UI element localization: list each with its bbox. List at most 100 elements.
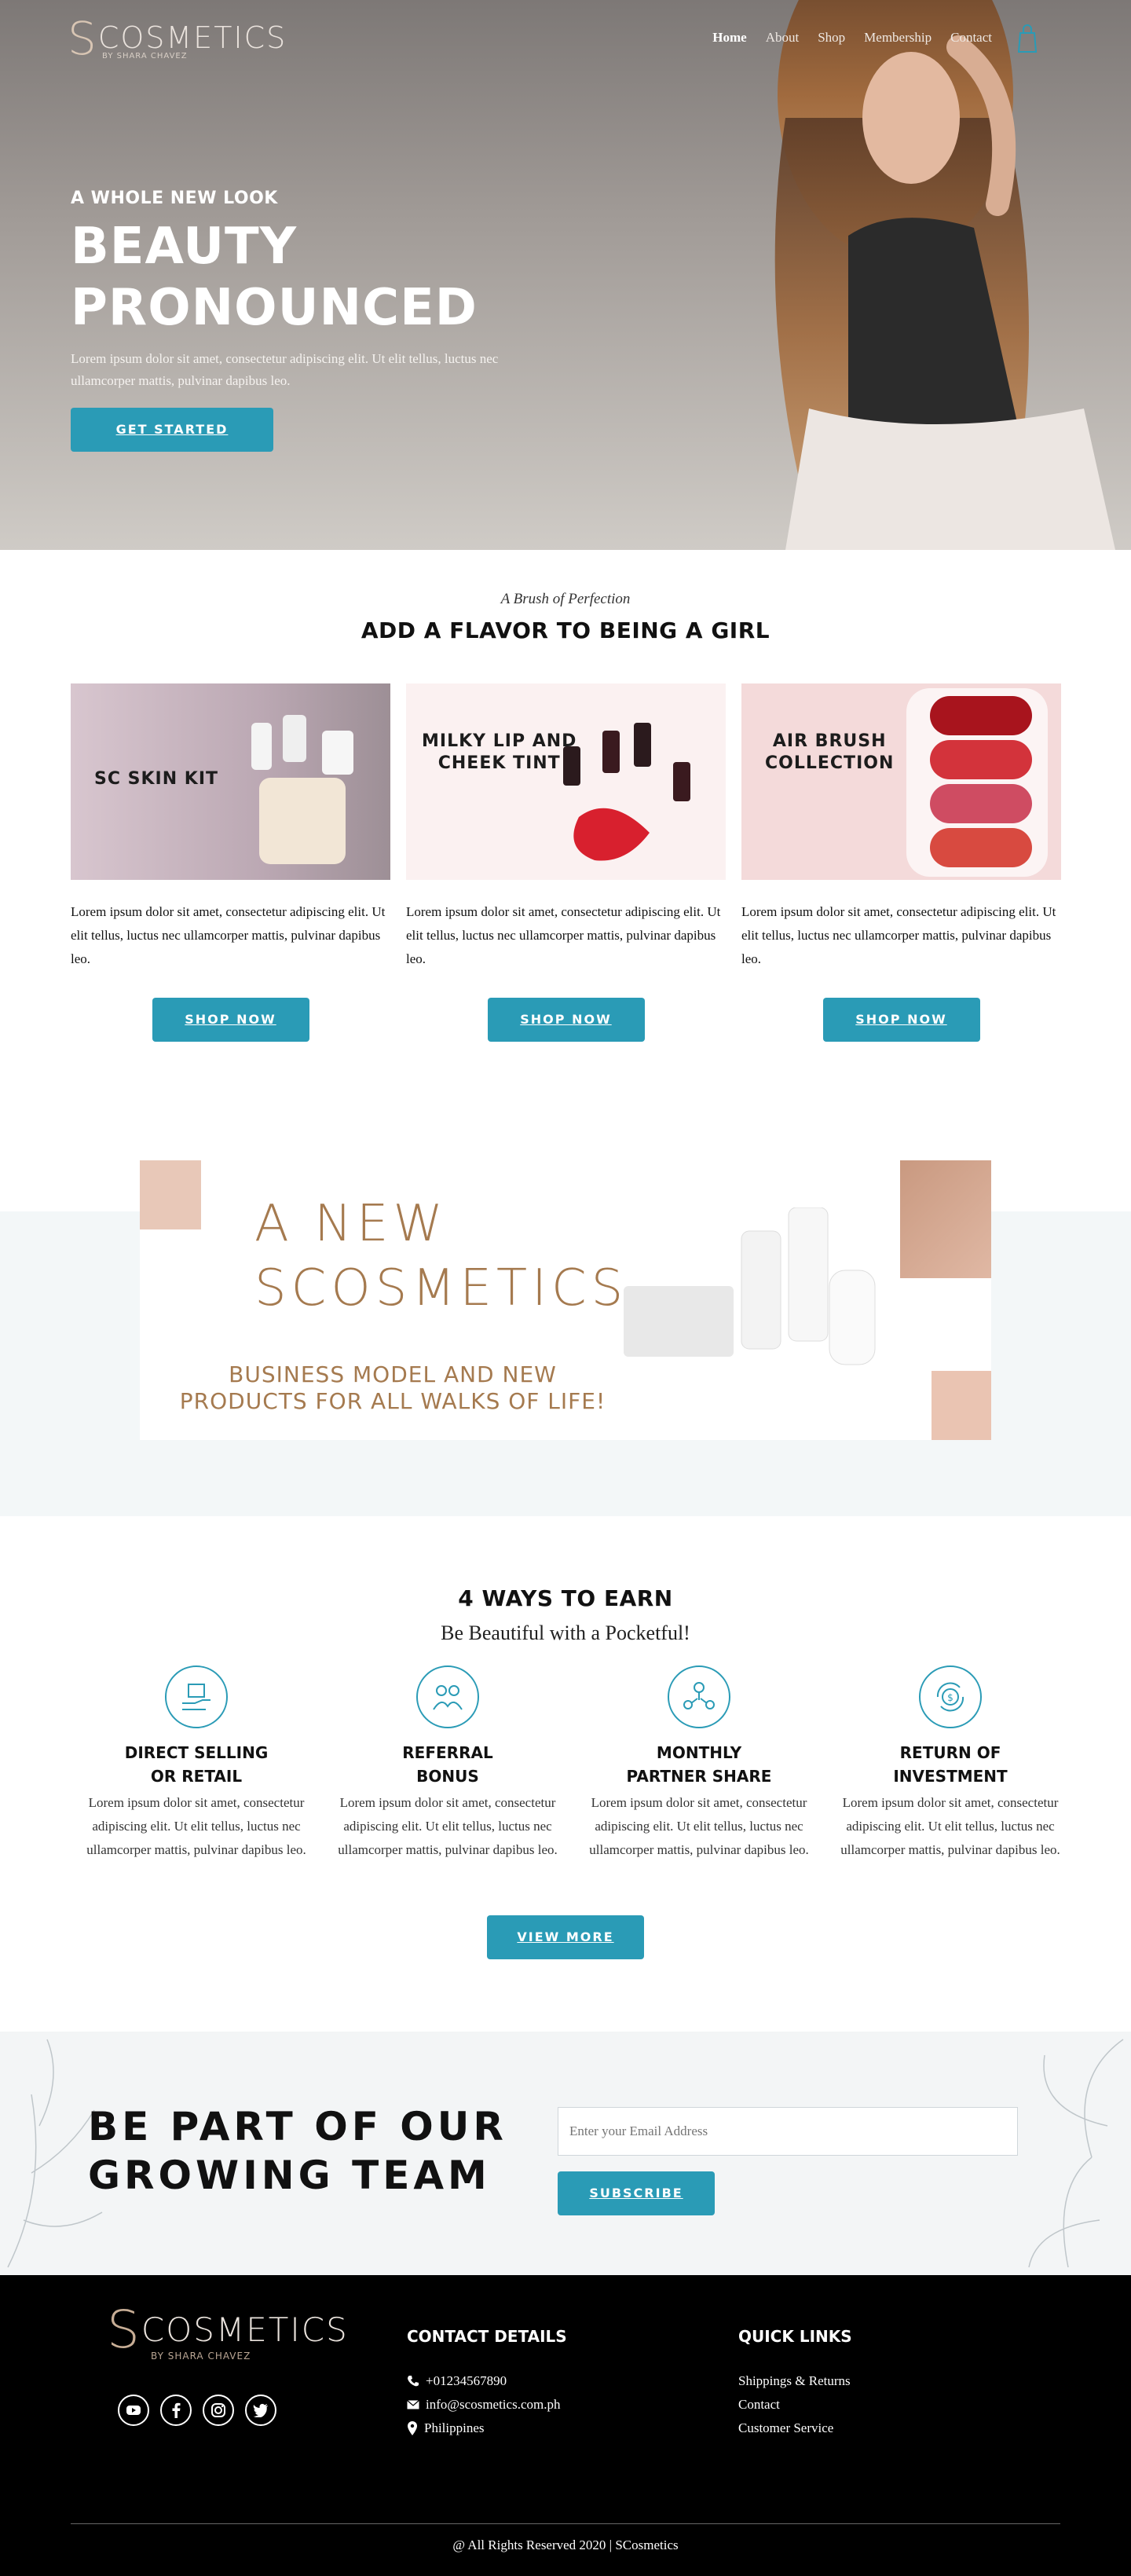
nav-shop[interactable]: Shop	[818, 30, 845, 46]
product-cards: SC SKIN KIT Lorem ipsum dolor sit amet, …	[71, 683, 1061, 1042]
hero-section: SCOSMETICS BY SHARA CHAVEZ Home About Sh…	[0, 0, 1131, 550]
twitter-icon[interactable]	[245, 2395, 276, 2426]
nav-about[interactable]: About	[766, 30, 800, 46]
air-brush-swatches	[906, 688, 1048, 877]
product-card: SC SKIN KIT Lorem ipsum dolor sit amet, …	[71, 683, 390, 1042]
people-referral-icon	[416, 1665, 479, 1728]
way-text: Lorem ipsum dolor sit amet, consectetur …	[338, 1795, 558, 1857]
way-title: RETURN OF INVESTMENT	[893, 1743, 1008, 1786]
way-title: MONTHLY PARTNER SHARE	[626, 1743, 772, 1786]
contact-heading: CONTACT DETAILS	[407, 2327, 567, 2346]
card-text: Lorem ipsum dolor sit amet, consectetur …	[406, 904, 721, 966]
team-title-line2: GROWING TEAM	[88, 2153, 491, 2198]
nav-membership[interactable]: Membership	[864, 30, 932, 46]
subscribe-section: BE PART OF OUR GROWING TEAM SUBSCRIBE	[0, 2032, 1131, 2275]
quick-links: QUICK LINKS Shippings & Returns Contact …	[738, 2327, 852, 2440]
skin-kit-image[interactable]: SC SKIN KIT	[71, 683, 390, 880]
way-text: Lorem ipsum dolor sit amet, consectetur …	[86, 1795, 306, 1857]
card-caption: AIR BRUSH COLLECTION	[765, 731, 894, 775]
social-links	[118, 2395, 276, 2426]
logo-initial: S	[68, 12, 98, 65]
subscribe-button[interactable]: SUBSCRIBE	[558, 2171, 715, 2215]
skin-texture-block	[140, 1160, 201, 1229]
link-shipping-returns[interactable]: Shippings & Returns	[738, 2369, 852, 2393]
footer: SCOSMETICS BY SHARA CHAVEZ CONTACT DETAI…	[0, 2275, 1131, 2576]
box-hand-icon	[165, 1665, 228, 1728]
link-customer-service[interactable]: Customer Service	[738, 2417, 852, 2440]
email-line[interactable]: info@scosmetics.com.ph	[407, 2393, 567, 2417]
link-contact[interactable]: Contact	[738, 2393, 852, 2417]
logo-text: COSMETICS	[141, 2310, 349, 2349]
nav-home[interactable]: Home	[712, 30, 746, 46]
promo-title: A NEW SCOSMETICS	[254, 1192, 628, 1321]
way-item: REFERRAL BONUS Lorem ipsum dolor sit ame…	[322, 1665, 573, 1862]
promo-banner[interactable]: A NEW SCOSMETICS BUSINESS MODEL AND NEW …	[140, 1160, 991, 1440]
youtube-icon[interactable]	[118, 2395, 149, 2426]
product-lineup	[624, 1207, 876, 1365]
way-text: Lorem ipsum dolor sit amet, consectetur …	[589, 1795, 809, 1857]
footer-divider	[71, 2523, 1060, 2524]
promo-subtitle: BUSINESS MODEL AND NEW PRODUCTS FOR ALL …	[173, 1361, 613, 1415]
location-pin-icon	[408, 2421, 417, 2435]
promo-sub-line1: BUSINESS MODEL AND NEW	[229, 1361, 557, 1387]
logo-subtitle: BY SHARA CHAVEZ	[151, 2351, 251, 2362]
phone-icon	[408, 2376, 419, 2387]
logo-text: COSMETICS	[97, 20, 287, 55]
get-started-button[interactable]: GET STARTED	[71, 408, 273, 452]
hero-title: BEAUTY PRONOUNCED	[71, 216, 511, 339]
instagram-icon[interactable]	[203, 2395, 234, 2426]
card-caption-line2: COLLECTION	[765, 753, 895, 773]
card-text: Lorem ipsum dolor sit amet, consectetur …	[741, 904, 1056, 966]
phone-line[interactable]: +01234567890	[407, 2369, 567, 2393]
phone-text: +01234567890	[426, 2373, 507, 2388]
hero-eyebrow: A WHOLE NEW LOOK	[71, 189, 278, 208]
location-line: Philippines	[407, 2417, 567, 2440]
team-title-line1: BE PART OF OUR	[88, 2104, 507, 2149]
skin-texture-block	[900, 1160, 991, 1278]
view-more-button[interactable]: VIEW MORE	[487, 1915, 644, 1959]
card-text: Lorem ipsum dolor sit amet, consectetur …	[71, 904, 386, 966]
footer-logo[interactable]: SCOSMETICS BY SHARA CHAVEZ	[107, 2304, 349, 2362]
hero-title-line1: BEAUTY	[71, 218, 298, 276]
ways-title: 4 WAYS TO EARN	[458, 1585, 673, 1611]
copyright: @ All Rights Reserved 2020 | SCosmetics	[452, 2538, 679, 2552]
promo-title-line2: SCOSMETICS	[254, 1259, 628, 1317]
product-card: AIR BRUSH COLLECTION Lorem ipsum dolor s…	[741, 683, 1061, 1042]
shop-now-button[interactable]: SHOP NOW	[152, 998, 309, 1042]
email-field[interactable]	[558, 2107, 1018, 2156]
email-text: info@scosmetics.com.ph	[426, 2397, 561, 2412]
section-script: A Brush of Perfection	[500, 591, 631, 607]
main-menu: Home About Shop Membership Contact	[712, 30, 992, 46]
shop-now-button[interactable]: SHOP NOW	[822, 998, 980, 1042]
ways-subtitle: Be Beautiful with a Pocketful!	[441, 1621, 690, 1644]
svg-text:$: $	[947, 1692, 953, 1703]
promo-title-line1: A NEW	[254, 1195, 448, 1253]
shop-now-button[interactable]: SHOP NOW	[487, 998, 645, 1042]
contact-details: CONTACT DETAILS +01234567890 info@scosme…	[407, 2327, 567, 2440]
way-title: DIRECT SELLING OR RETAIL	[124, 1743, 269, 1786]
way-item: DIRECT SELLING OR RETAIL Lorem ipsum dol…	[71, 1665, 322, 1862]
shopping-bag-icon[interactable]	[1016, 22, 1038, 53]
facebook-icon[interactable]	[160, 2395, 192, 2426]
card-caption-line1: MILKY LIP AND	[422, 731, 577, 751]
card-caption: MILKY LIP AND CHEEK TINT	[422, 731, 576, 775]
coin-return-icon: $	[919, 1665, 982, 1728]
promo-sub-line2: PRODUCTS FOR ALL WALKS OF LIFE!	[179, 1388, 606, 1414]
flavor-title: ADD A FLAVOR TO BEING A GIRL	[361, 617, 770, 643]
ways-list: DIRECT SELLING OR RETAIL Lorem ipsum dol…	[71, 1665, 1076, 1862]
location-text: Philippines	[424, 2420, 485, 2435]
way-title: REFERRAL BONUS	[402, 1743, 493, 1786]
logo-initial: S	[107, 2299, 141, 2360]
floral-decoration-icon	[1028, 2039, 1124, 2268]
logo-subtitle: BY SHARA CHAVEZ	[102, 52, 188, 60]
card-caption-line1: AIR BRUSH	[772, 731, 887, 751]
air-brush-image[interactable]: AIR BRUSH COLLECTION	[741, 683, 1061, 880]
brand-logo[interactable]: SCOSMETICS BY SHARA CHAVEZ	[68, 16, 287, 61]
card-caption: SC SKIN KIT	[94, 769, 219, 789]
nav-contact[interactable]: Contact	[950, 30, 992, 46]
quick-links-heading: QUICK LINKS	[738, 2327, 852, 2346]
mail-icon	[407, 2400, 419, 2409]
lip-tint-image[interactable]: MILKY LIP AND CHEEK TINT	[406, 683, 726, 880]
hero-text: A WHOLE NEW LOOK BEAUTY PRONOUNCED Lorem…	[71, 189, 511, 452]
hero-model-image	[774, 0, 1115, 550]
